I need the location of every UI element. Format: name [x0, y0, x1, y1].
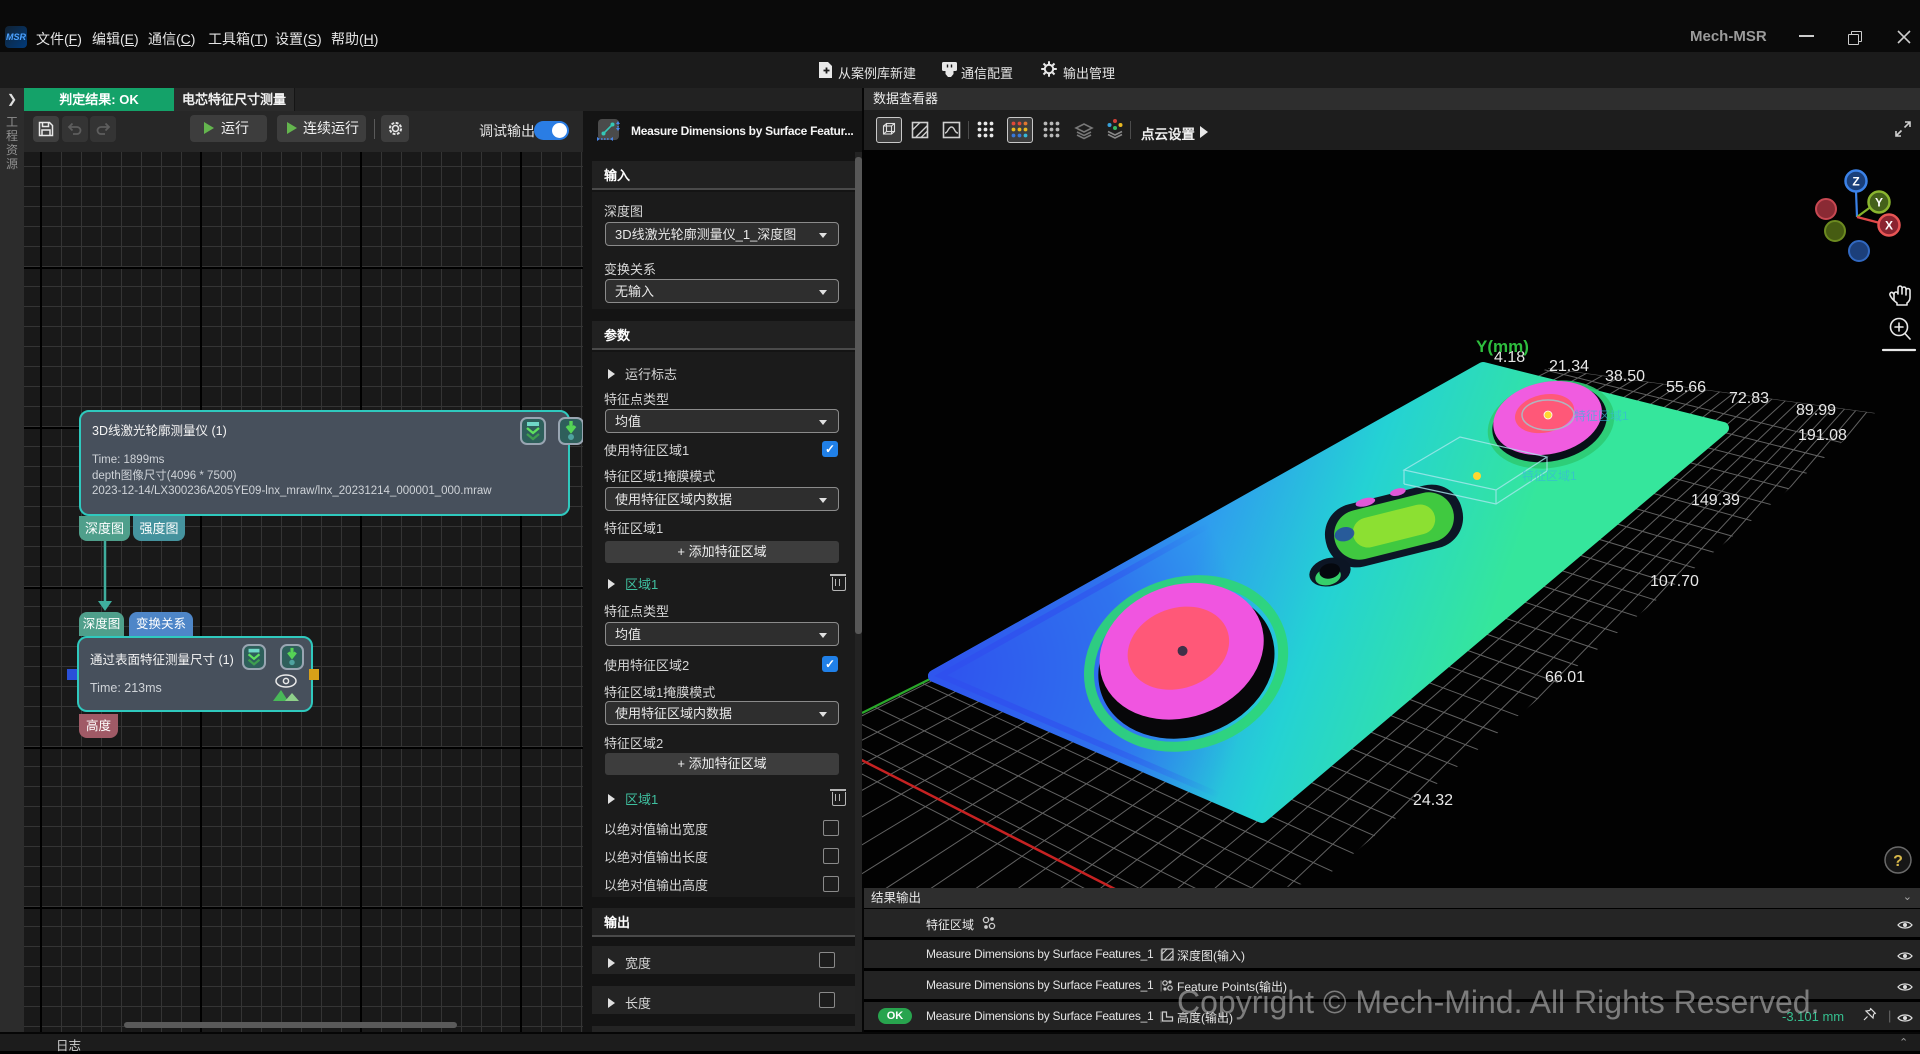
svg-text:107.70: 107.70	[1650, 573, 1699, 590]
svg-text:X: X	[1885, 219, 1893, 233]
svg-text:特征区域1: 特征区域1	[1574, 408, 1629, 423]
svg-text:191.08: 191.08	[1798, 427, 1847, 444]
svg-text:55.66: 55.66	[1666, 379, 1706, 396]
svg-text:149.39: 149.39	[1691, 492, 1740, 509]
svg-text:Z: Z	[1852, 175, 1859, 189]
svg-text:38.50: 38.50	[1605, 368, 1645, 385]
svg-text:24.32: 24.32	[1413, 792, 1453, 809]
svg-text:66.01: 66.01	[1545, 669, 1585, 686]
svg-text:Y(mm): Y(mm)	[1476, 337, 1529, 356]
svg-text:21.34: 21.34	[1549, 358, 1589, 375]
svg-text:Y: Y	[1875, 196, 1883, 210]
svg-text:?: ?	[1893, 853, 1903, 870]
svg-text:72.83: 72.83	[1729, 390, 1769, 407]
svg-text:89.99: 89.99	[1796, 402, 1836, 419]
svg-text:特征区域1: 特征区域1	[1522, 468, 1577, 483]
